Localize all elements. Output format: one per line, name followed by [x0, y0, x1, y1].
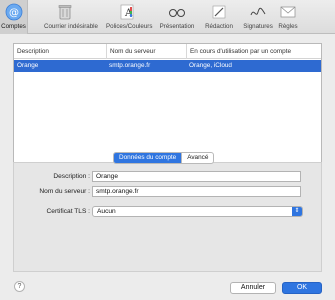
tls-certificate-value: Aucun	[97, 208, 116, 215]
toolbar-label: Présentation	[159, 23, 195, 30]
toolbar-item-signatures[interactable]: Signatures	[243, 0, 273, 34]
fonts-colors-icon: A	[120, 4, 134, 20]
accounts-pane: Description Nom du serveur En cours d'ut…	[0, 35, 335, 300]
ok-button[interactable]: OK	[282, 282, 322, 294]
toolbar-label: Polices/Couleurs	[106, 23, 153, 30]
server-name-label: Nom du serveur :	[39, 188, 90, 195]
toolbar-label: Règles	[278, 23, 298, 30]
rules-mail-icon	[280, 6, 296, 18]
cell-server: smtp.orange.fr	[109, 62, 151, 69]
smtp-accounts-list[interactable]: Description Nom du serveur En cours d'ut…	[13, 43, 322, 165]
toolbar-item-redaction[interactable]: Rédaction	[204, 0, 234, 34]
toolbar-item-comptes[interactable]: @ Comptes	[0, 0, 28, 34]
signature-icon	[250, 7, 266, 16]
tab-donnees-du-compte[interactable]: Données du compte	[114, 153, 182, 163]
column-header-server[interactable]: Nom du serveur	[106, 44, 186, 59]
toolbar-item-polices-couleurs[interactable]: A Polices/Couleurs	[106, 0, 152, 34]
glasses-icon	[169, 9, 185, 17]
server-name-field[interactable]: smtp.orange.fr	[92, 186, 301, 197]
toolbar-item-presentation[interactable]: Présentation	[160, 0, 194, 34]
detail-tabs: Données du compte Avancé	[113, 152, 215, 164]
cell-in-use: Orange, iCloud	[189, 62, 232, 69]
cancel-button[interactable]: Annuler	[230, 282, 276, 294]
svg-text:@: @	[9, 8, 19, 19]
at-sign-icon: @	[5, 3, 22, 21]
trash-icon	[58, 5, 72, 20]
description-field[interactable]: Orange	[92, 171, 301, 182]
column-header-description[interactable]: Description	[14, 44, 106, 59]
select-arrows-icon: ⇕	[292, 207, 302, 216]
toolbar-item-regles[interactable]: Règles	[276, 0, 300, 34]
column-header-in-use[interactable]: En cours d'utilisation par un compte	[186, 44, 322, 59]
help-button[interactable]: ?	[14, 281, 25, 292]
table-row[interactable]: Orange smtp.orange.fr Orange, iCloud	[14, 60, 321, 72]
list-header: Description Nom du serveur En cours d'ut…	[14, 44, 321, 59]
toolbar-item-courrier-indesirable[interactable]: Courrier indésirable	[44, 0, 98, 34]
preferences-toolbar: @ Comptes Courrier indésirable A Polices…	[0, 0, 335, 34]
description-label: Description :	[53, 173, 90, 180]
tls-certificate-select[interactable]: Aucun ⇕	[92, 206, 303, 217]
pen-icon	[212, 5, 226, 19]
toolbar-label: Rédaction	[205, 23, 233, 30]
cell-description: Orange	[17, 62, 39, 69]
tab-avance[interactable]: Avancé	[181, 153, 213, 163]
tls-certificate-label: Certificat TLS :	[46, 208, 90, 215]
toolbar-label: Courrier indésirable	[44, 23, 98, 30]
toolbar-label: Comptes	[1, 23, 26, 30]
